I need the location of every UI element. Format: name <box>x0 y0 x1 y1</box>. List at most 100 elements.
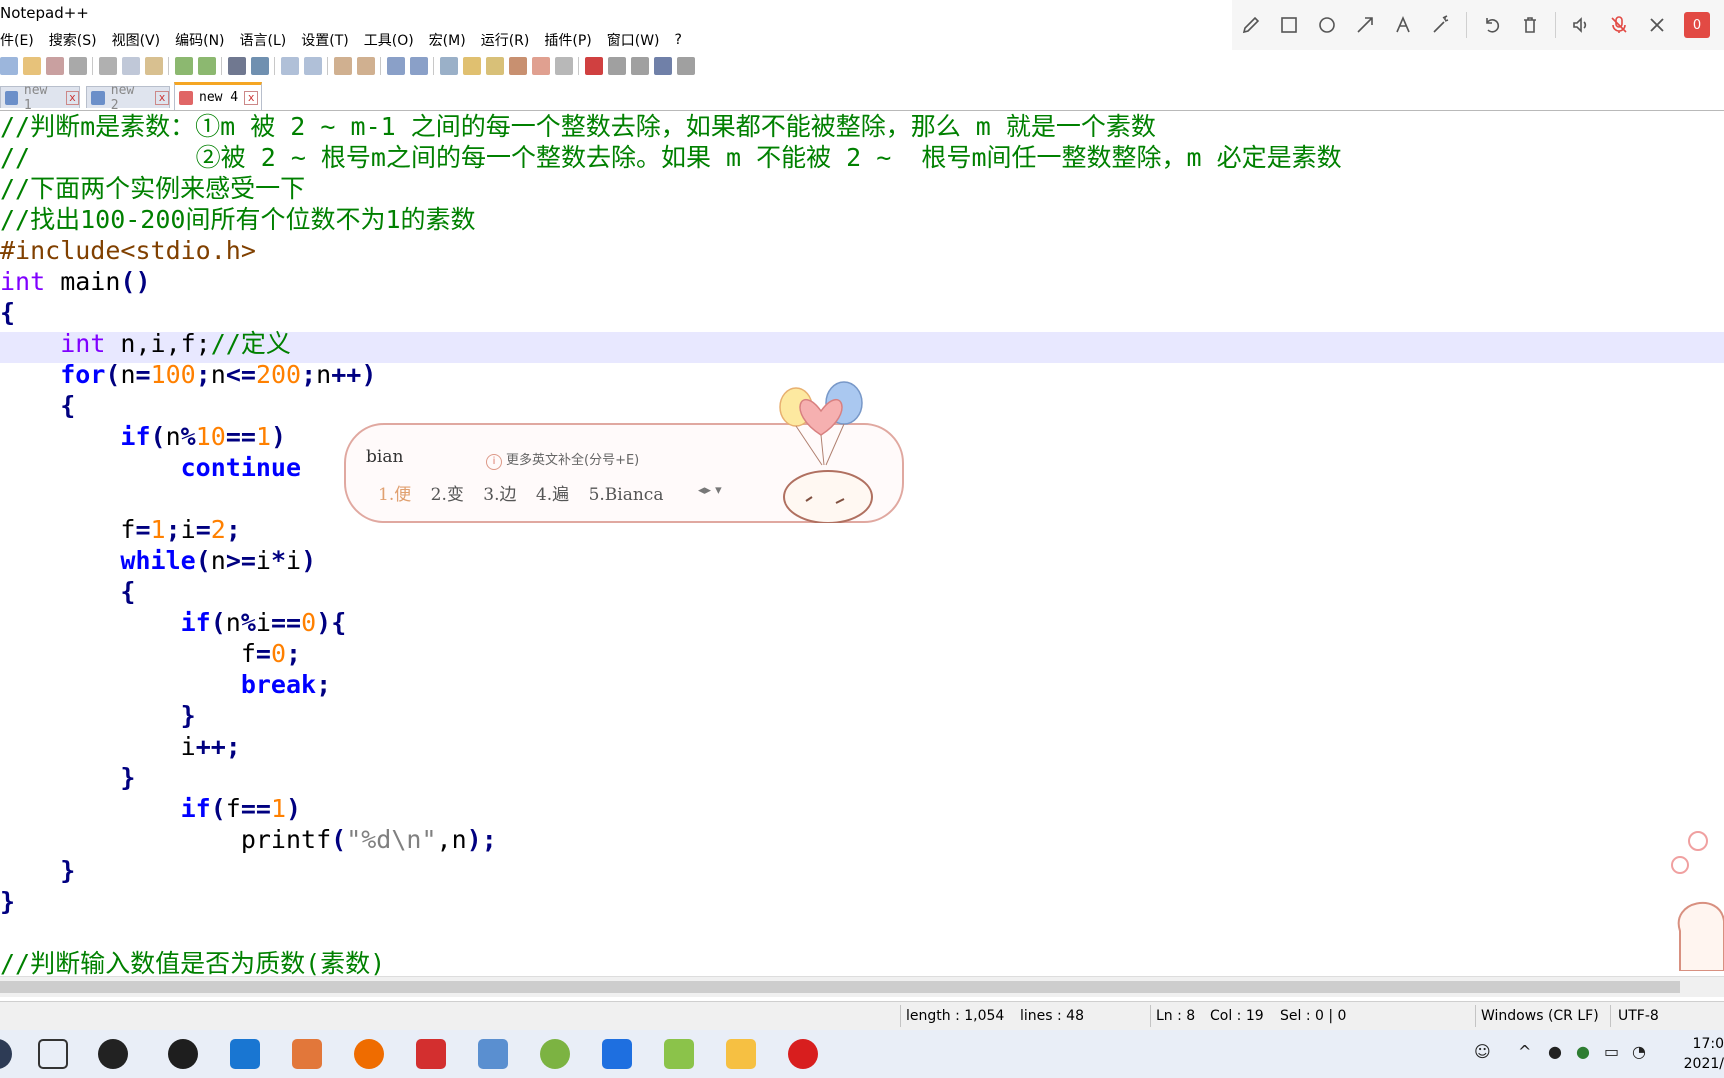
menu-tools[interactable]: 工具(O) <box>364 30 414 50</box>
tray-green-plus-icon[interactable]: ● <box>1576 1042 1590 1061</box>
ime-pinyin-input[interactable]: bian <box>366 447 403 467</box>
menu-plugins[interactable]: 插件(P) <box>544 30 591 50</box>
arrow-icon[interactable] <box>1348 8 1382 42</box>
ime-candidate[interactable]: 3.边 <box>483 485 516 505</box>
cut-icon[interactable] <box>99 57 117 75</box>
file-explorer-icon[interactable] <box>726 1039 756 1069</box>
qq-icon[interactable] <box>168 1039 198 1069</box>
open-file-icon[interactable] <box>23 57 41 75</box>
store-icon[interactable] <box>230 1039 260 1069</box>
youdao-icon[interactable] <box>416 1039 446 1069</box>
print-icon[interactable] <box>69 57 87 75</box>
ime-candidate-popup[interactable]: bian i 更多英文补全(分号+E) 1.便 2.变 3.边 4.遍 5.Bia… <box>344 381 904 523</box>
close-annotation-icon[interactable] <box>1640 8 1674 42</box>
menu-edit[interactable]: 件(E) <box>0 30 34 50</box>
trash-icon[interactable] <box>1513 8 1547 42</box>
rectangle-icon[interactable] <box>1272 8 1306 42</box>
doc-map-icon[interactable] <box>486 57 504 75</box>
speaker-icon[interactable] <box>1564 8 1598 42</box>
mic-muted-icon[interactable] <box>1602 8 1636 42</box>
paste-icon[interactable] <box>145 57 163 75</box>
text-tool-icon[interactable] <box>1386 8 1420 42</box>
code-text[interactable]: //判断m是素数：①m 被 2 ~ m-1 之间的每一个整数去除，如果都不能被整… <box>0 111 1342 976</box>
wps-icon[interactable] <box>602 1039 632 1069</box>
app-colorful-icon[interactable] <box>540 1039 570 1069</box>
zoom-in-icon[interactable] <box>281 57 299 75</box>
comment: //找出100-200间所有个位数不为1的素数 <box>0 205 476 234</box>
new-file-icon[interactable] <box>0 57 18 75</box>
system-clock[interactable]: 17:0 2021/ <box>1684 1034 1724 1074</box>
folder-workspace-icon[interactable] <box>532 57 550 75</box>
code-editor[interactable]: //判断m是素数：①m 被 2 ~ m-1 之间的每一个整数去除，如果都不能被整… <box>0 111 1724 976</box>
battery-icon[interactable]: ▭ <box>1604 1042 1619 1061</box>
undo-annotation-icon[interactable] <box>1475 8 1509 42</box>
save-icon[interactable] <box>46 57 64 75</box>
toolbar-separator <box>327 57 328 75</box>
toolbar-separator <box>380 57 381 75</box>
status-encoding[interactable]: UTF-8 <box>1618 1008 1659 1024</box>
ime-candidate[interactable]: 1.便 <box>378 485 411 505</box>
tray-expand-icon[interactable]: ^ <box>1518 1042 1531 1061</box>
menu-search[interactable]: 搜索(S) <box>49 30 97 50</box>
play-macro-icon[interactable] <box>631 57 649 75</box>
ime-candidate[interactable]: 4.遍 <box>536 485 569 505</box>
copy-icon[interactable] <box>122 57 140 75</box>
computer-icon[interactable] <box>478 1039 508 1069</box>
identifier: f <box>225 794 241 823</box>
menu-view[interactable]: 视图(V) <box>112 30 161 50</box>
close-tab-icon[interactable]: x <box>155 90 169 105</box>
record-macro-icon[interactable] <box>585 57 603 75</box>
netease-music-icon[interactable] <box>788 1039 818 1069</box>
stop-macro-icon[interactable] <box>608 57 626 75</box>
ime-page-arrows-icon[interactable]: ◂▸ ▾ <box>698 483 722 498</box>
close-tab-icon[interactable]: x <box>244 90 259 105</box>
find-icon[interactable] <box>228 57 246 75</box>
sync-scroll-icon[interactable] <box>334 57 352 75</box>
task-view-icon[interactable] <box>38 1039 68 1069</box>
menu-run[interactable]: 运行(R) <box>481 30 530 50</box>
tray-qq-icon[interactable]: ● <box>1548 1042 1562 1061</box>
ime-candidate[interactable]: 5.Bianca <box>589 485 664 505</box>
replace-icon[interactable] <box>251 57 269 75</box>
firefox-icon[interactable] <box>354 1039 384 1069</box>
people-icon[interactable]: ☺ <box>1474 1042 1491 1061</box>
word-wrap-icon[interactable] <box>387 57 405 75</box>
zoom-out-icon[interactable] <box>304 57 322 75</box>
magic-wand-icon[interactable] <box>1424 8 1458 42</box>
close-tab-icon[interactable]: x <box>65 90 79 105</box>
indent-guide-icon[interactable] <box>440 57 458 75</box>
notepadpp-taskbar-icon[interactable] <box>664 1039 694 1069</box>
horizontal-scrollbar[interactable] <box>0 976 1724 997</box>
redo-icon[interactable] <box>198 57 216 75</box>
show-all-chars-icon[interactable] <box>410 57 428 75</box>
wifi-icon[interactable]: ◔ <box>1632 1042 1646 1061</box>
tab-new-2[interactable]: new 2 x <box>86 83 170 113</box>
start-icon[interactable] <box>0 1039 12 1069</box>
run-macro-multiple-icon[interactable] <box>654 57 672 75</box>
app-swirl-icon[interactable] <box>98 1039 128 1069</box>
status-eol[interactable]: Windows (CR LF) <box>1481 1008 1599 1024</box>
keyword: for <box>60 360 106 389</box>
ime-candidate[interactable]: 2.变 <box>431 485 464 505</box>
function-list-icon[interactable] <box>509 57 527 75</box>
menu-macro[interactable]: 宏(M) <box>429 30 466 50</box>
menu-encoding[interactable]: 编码(N) <box>175 30 224 50</box>
sync-horizontal-icon[interactable] <box>357 57 375 75</box>
menu-window[interactable]: 窗口(W) <box>607 30 660 50</box>
menu-help[interactable]: ? <box>675 32 682 48</box>
tab-new-1[interactable]: new 1 x <box>0 83 80 113</box>
pencil-icon[interactable] <box>1234 8 1268 42</box>
tab-new-4[interactable]: new 4 x <box>174 82 262 110</box>
menu-settings[interactable]: 设置(T) <box>301 30 348 50</box>
undo-icon[interactable] <box>175 57 193 75</box>
menu-language[interactable]: 语言(L) <box>240 30 287 50</box>
monitoring-icon[interactable] <box>555 57 573 75</box>
udl-icon[interactable] <box>463 57 481 75</box>
save-macro-icon[interactable] <box>677 57 695 75</box>
matlab-icon[interactable] <box>292 1039 322 1069</box>
operator: ( <box>195 546 211 575</box>
scrollbar-thumb[interactable] <box>0 981 1680 993</box>
number: 0 <box>270 639 287 668</box>
record-timer-badge[interactable]: 0 <box>1684 12 1710 38</box>
circle-icon[interactable] <box>1310 8 1344 42</box>
